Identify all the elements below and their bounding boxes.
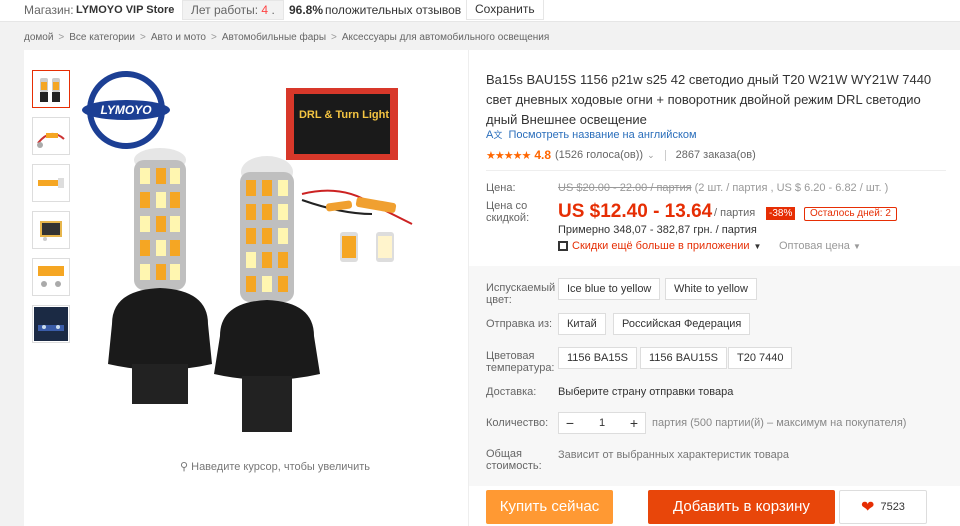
discount-price-label: Цена со скидкой: (486, 200, 530, 224)
color-temp-label: Цветовая температура: (486, 350, 555, 374)
temp-option-ba15s[interactable]: 1156 BA15S (558, 347, 637, 369)
old-price-value: US $20.00 - 22.00 / партия (558, 182, 692, 194)
color-option-white[interactable]: White to yellow (665, 278, 757, 300)
translate-link-text: Посмотреть название на английском (508, 129, 697, 141)
qr-code-icon (558, 241, 568, 251)
thumbnail-6[interactable] (32, 305, 70, 343)
ship-from-label: Отправка из: (486, 318, 553, 330)
brand-logo: LYMOYO (82, 71, 170, 149)
years-badge: Лет работы: 4 . (182, 0, 284, 20)
ship-from-russia[interactable]: Российская Федерация (613, 313, 751, 335)
thumbnail-5[interactable] (32, 258, 70, 296)
days-left-badge: Осталось дней: 2 (804, 207, 897, 221)
product-title: Ba15s BAU15S 1156 p21w s25 42 светодио д… (486, 72, 932, 127)
price-unit: / партия (714, 207, 756, 219)
product-box-image: DRL & Turn Light (286, 88, 398, 160)
buy-now-button[interactable]: Купить сейчас (486, 490, 613, 524)
years-label: Лет работы: (191, 3, 259, 17)
thumbnail-2[interactable] (32, 117, 70, 155)
quantity-note: партия (500 партии(й) – максимум на поку… (652, 417, 907, 429)
years-value: 4 (261, 3, 269, 17)
thumbnail-3[interactable] (32, 164, 70, 202)
delivery-label: Доставка: (486, 386, 537, 398)
breadcrumb-headlights[interactable]: Автомобильные фары (222, 32, 326, 43)
store-name-link[interactable]: LYMOYO VIP Store (76, 4, 174, 16)
bulb-left-image (108, 148, 212, 404)
breadcrumb-all-categories[interactable]: Все категории (69, 32, 135, 43)
app-discount-link[interactable]: Скидки ещё больше в приложении ▼ (558, 240, 761, 252)
thumbnail-4[interactable] (32, 211, 70, 249)
store-label: Магазин: (24, 3, 74, 17)
quantity-label: Количество: (486, 417, 549, 429)
emitted-color-label: Испускаемый цвет: (486, 282, 556, 306)
wishlist-count: 7523 (880, 501, 905, 513)
caret-down-icon: ▼ (753, 241, 762, 251)
price-label-row: Цена: (486, 182, 516, 194)
thumbnail-list (32, 70, 70, 352)
star-rating-icon: ★★★★★ (486, 149, 531, 162)
product-card: LYMOYO DRL & Turn Light ⚲ Наведите курсо… (24, 50, 960, 526)
old-price-extra: (2 шт. / партия , US $ 6.20 - 6.82 / шт.… (694, 182, 889, 194)
ship-from-china[interactable]: Китай (558, 313, 606, 335)
price-label: Цена: (486, 182, 516, 194)
discount-price: US $12.40 - 13.64 (558, 201, 713, 222)
magnifier-icon: ⚲ (180, 461, 189, 473)
breadcrumb-lighting-accessories[interactable]: Аксессуары для автомобильного освещения (342, 32, 549, 43)
quantity-minus-button[interactable]: − (559, 415, 581, 431)
store-bar: Магазин: LYMOYO VIP Store Лет работы: 4 … (0, 0, 960, 22)
temp-option-bau15s[interactable]: 1156 BAU15S (640, 347, 727, 369)
rating-value: 4.8 (534, 148, 551, 162)
votes-count[interactable]: (1526 голоса(ов)) (555, 149, 643, 161)
chevron-down-icon: ⌄ (647, 149, 655, 160)
color-option-ice-blue[interactable]: Ice blue to yellow (558, 278, 661, 300)
save-store-button[interactable]: Сохранить (466, 0, 544, 20)
total-label: Общая стоимость: (486, 448, 542, 472)
breadcrumb: домой > Все категории > Авто и мото > Автомоби… (24, 32, 550, 43)
divider (486, 170, 946, 171)
rating-row: ★★★★★ 4.8 (1526 голоса(ов)) ⌄ 2867 заказ… (486, 148, 756, 162)
wholesale-text: Оптовая цена (779, 240, 850, 252)
positive-reviews-dropdown[interactable]: положительных отзывов ⌄ (325, 3, 472, 17)
caret-down-icon: ▼ (852, 242, 861, 251)
translate-title-link[interactable]: A文 Посмотреть название на английском (486, 128, 697, 141)
quantity-plus-button[interactable]: + (623, 415, 645, 431)
app-discount-text: Скидки ещё больше в приложении (572, 240, 750, 252)
wishlist-button[interactable]: ❤ 7523 (839, 490, 927, 524)
zoom-hint: ⚲ Наведите курсор, чтобы увеличить (180, 460, 370, 473)
delivery-value: Выберите страну отправки товара (558, 386, 734, 398)
breadcrumb-home[interactable]: домой (24, 32, 53, 43)
wholesale-price-link[interactable]: Оптовая цена ▼ (779, 240, 861, 252)
positive-reviews-label: положительных отзывов (325, 3, 462, 17)
temp-option-t20[interactable]: T20 7440 (728, 347, 793, 369)
main-product-image[interactable]: LYMOYO DRL & Turn Light (72, 64, 422, 444)
quantity-stepper: − 1 + (558, 412, 646, 434)
approx-price: Примерно 348,07 - 382,87 грн. / партия (558, 224, 757, 236)
bulb-right-image (214, 156, 320, 432)
svg-text:LYMOYO: LYMOYO (100, 103, 152, 117)
product-info: Ba15s BAU15S 1156 p21w s25 42 светодио д… (468, 50, 960, 526)
svg-text:DRL & Turn Light: DRL & Turn Light (299, 109, 389, 121)
old-price: US $20.00 - 22.00 / партия (2 шт. / парт… (558, 182, 888, 194)
thumbnail-1[interactable] (32, 70, 70, 108)
add-to-cart-button[interactable]: Добавить в корзину (648, 490, 835, 524)
heart-icon: ❤ (861, 499, 875, 516)
total-value: Зависит от выбранных характеристик товар… (558, 449, 789, 461)
zoom-hint-text: Наведите курсор, чтобы увеличить (191, 461, 371, 473)
quantity-input[interactable]: 1 (581, 417, 623, 429)
breadcrumb-auto-moto[interactable]: Авто и мото (151, 32, 206, 43)
orders-count: 2867 заказа(ов) (675, 149, 756, 161)
discount-badge: -38% (766, 207, 796, 220)
positive-percent: 96.8% (289, 3, 324, 17)
